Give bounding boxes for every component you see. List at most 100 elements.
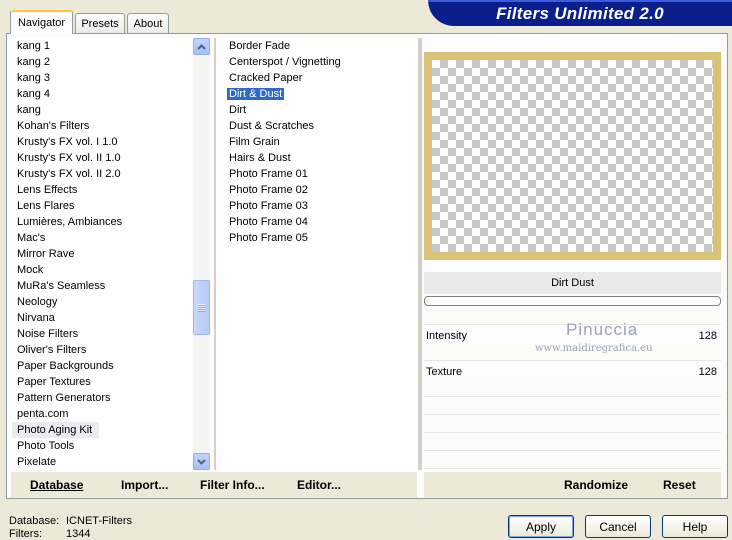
tab-presets[interactable]: Presets [75, 13, 125, 33]
category-item[interactable]: Krusty's FX vol. II 2.0 [12, 166, 192, 182]
param-label: Intensity [426, 330, 467, 342]
param-slot [424, 418, 721, 433]
param-slot [424, 436, 721, 451]
database-value: ICNET-Filters [66, 515, 132, 527]
filter-item[interactable]: Photo Frame 05 [224, 230, 417, 246]
category-item[interactable]: Paper Textures [12, 374, 192, 390]
filters-value: 1344 [66, 528, 91, 540]
filter-item-label: Dust & Scratches [229, 120, 314, 132]
category-item[interactable]: Lens Effects [12, 182, 192, 198]
app-banner: Filters Unlimited 2.0 [428, 0, 732, 26]
category-item[interactable]: Krusty's FX vol. I 1.0 [12, 134, 192, 150]
help-button[interactable]: Help [662, 515, 728, 538]
param-value: 128 [698, 366, 717, 378]
filter-item-label: Centerspot / Vignetting [229, 56, 341, 68]
database-label: Database: [9, 515, 60, 527]
list-divider [214, 38, 216, 470]
database-info: Database: ICNET-Filters [9, 515, 132, 527]
filter-item[interactable]: Photo Frame 04 [224, 214, 417, 230]
filter-list[interactable]: Border Fade Centerspot / Vignetting Cracke… [224, 38, 417, 470]
progress-bar [424, 296, 721, 306]
category-item[interactable]: kang 1 [12, 38, 192, 54]
filter-item[interactable]: Border Fade [224, 38, 417, 54]
filter-item-label: Photo Frame 01 [229, 168, 308, 180]
category-item[interactable]: Oliver's Filters [12, 342, 192, 358]
scroll-down-button[interactable] [193, 453, 210, 470]
category-item[interactable]: kang 3 [12, 70, 192, 86]
category-item[interactable]: Lumières, Ambiances [12, 214, 192, 230]
filter-item[interactable]: Photo Frame 02 [224, 182, 417, 198]
category-item[interactable]: Paper Backgrounds [12, 358, 192, 374]
filter-item[interactable]: Photo Frame 01 [224, 166, 417, 182]
right-toolbar: Randomize Reset [424, 472, 721, 498]
category-item[interactable]: kang 4 [12, 86, 192, 102]
param-slot [424, 400, 721, 415]
watermark-url: www.maidiregrafica.eu [535, 343, 653, 354]
filter-item[interactable]: Dirt [224, 102, 417, 118]
category-item[interactable]: Mirror Rave [12, 246, 192, 262]
editor-button[interactable]: Editor... [297, 478, 341, 492]
chevron-up-icon [197, 43, 206, 50]
filter-item-label: Cracked Paper [229, 72, 303, 84]
left-toolbar: Database Import... Filter Info... Editor… [11, 472, 417, 498]
app-title: Filters Unlimited 2.0 [496, 4, 664, 23]
chevron-down-icon [197, 458, 206, 465]
category-item[interactable]: Pixelate [12, 454, 192, 470]
grip-icon [198, 303, 205, 312]
filter-item-label: Film Grain [229, 136, 280, 148]
filter-item-label: Dirt [229, 104, 247, 116]
param-slot [424, 454, 721, 469]
scroll-up-button[interactable] [193, 38, 210, 55]
filter-item-label: Dirt & Dust [227, 88, 285, 100]
category-item[interactable]: Kohan's Filters [12, 118, 192, 134]
category-item[interactable]: Noise Filters [12, 326, 192, 342]
param-label: Texture [426, 366, 463, 378]
category-item[interactable]: Lens Flares [12, 198, 192, 214]
category-item[interactable]: MuRa's Seamless [12, 278, 192, 294]
filter-item[interactable]: Hairs & Dust [224, 150, 417, 166]
category-item[interactable]: Mock [12, 262, 192, 278]
import-button[interactable]: Import... [121, 478, 168, 492]
category-item[interactable]: Krusty's FX vol. II 1.0 [12, 150, 192, 166]
category-item[interactable]: Neology [12, 294, 192, 310]
filter-item-label: Photo Frame 02 [229, 184, 308, 196]
filter-item-label: Hairs & Dust [229, 152, 291, 164]
apply-button[interactable]: Apply [508, 515, 574, 538]
category-scrollbar[interactable] [193, 38, 210, 470]
preview-canvas [432, 60, 713, 252]
param-value: 128 [698, 330, 717, 342]
param-texture[interactable]: Texture 128 [424, 363, 721, 381]
filters-info: Filters: 1344 [9, 528, 90, 540]
filter-item-label: Photo Frame 03 [229, 200, 308, 212]
category-item[interactable]: Mac's [12, 230, 192, 246]
randomize-button[interactable]: Randomize [564, 478, 628, 492]
category-list[interactable]: kang 1 kang 2 kang 3 kang 4 kang Kohan's Filt… [12, 38, 192, 470]
reset-button[interactable]: Reset [663, 478, 696, 492]
filter-item-label: Border Fade [229, 40, 291, 52]
watermark-name: Pinuccia [566, 320, 639, 339]
category-item[interactable]: Photo Aging Kit [12, 422, 99, 438]
tab-navigator[interactable]: Navigator [10, 10, 73, 34]
category-item[interactable]: Pattern Generators [12, 390, 192, 406]
database-button[interactable]: Database [30, 478, 83, 492]
filter-item-label: Photo Frame 04 [229, 216, 308, 228]
category-item[interactable]: kang [12, 102, 192, 118]
panel-divider [418, 38, 422, 470]
filter-item[interactable]: Film Grain [224, 134, 417, 150]
filter-info-button[interactable]: Filter Info... [200, 478, 265, 492]
filter-title: Dirt Dust [424, 272, 721, 294]
scroll-thumb[interactable] [193, 280, 210, 335]
category-item[interactable]: penta.com [12, 406, 192, 422]
category-item[interactable]: Photo Tools [12, 438, 192, 454]
filter-item-label: Photo Frame 05 [229, 232, 308, 244]
filter-item[interactable]: Dust & Scratches [224, 118, 417, 134]
filters-label: Filters: [9, 528, 42, 540]
category-item[interactable]: Nirvana [12, 310, 192, 326]
filter-item[interactable]: Dirt & Dust [224, 86, 417, 102]
cancel-button[interactable]: Cancel [585, 515, 651, 538]
filter-item[interactable]: Centerspot / Vignetting [224, 54, 417, 70]
category-item[interactable]: kang 2 [12, 54, 192, 70]
tab-about[interactable]: About [127, 13, 169, 33]
filter-item[interactable]: Photo Frame 03 [224, 198, 417, 214]
filter-item[interactable]: Cracked Paper [224, 70, 417, 86]
